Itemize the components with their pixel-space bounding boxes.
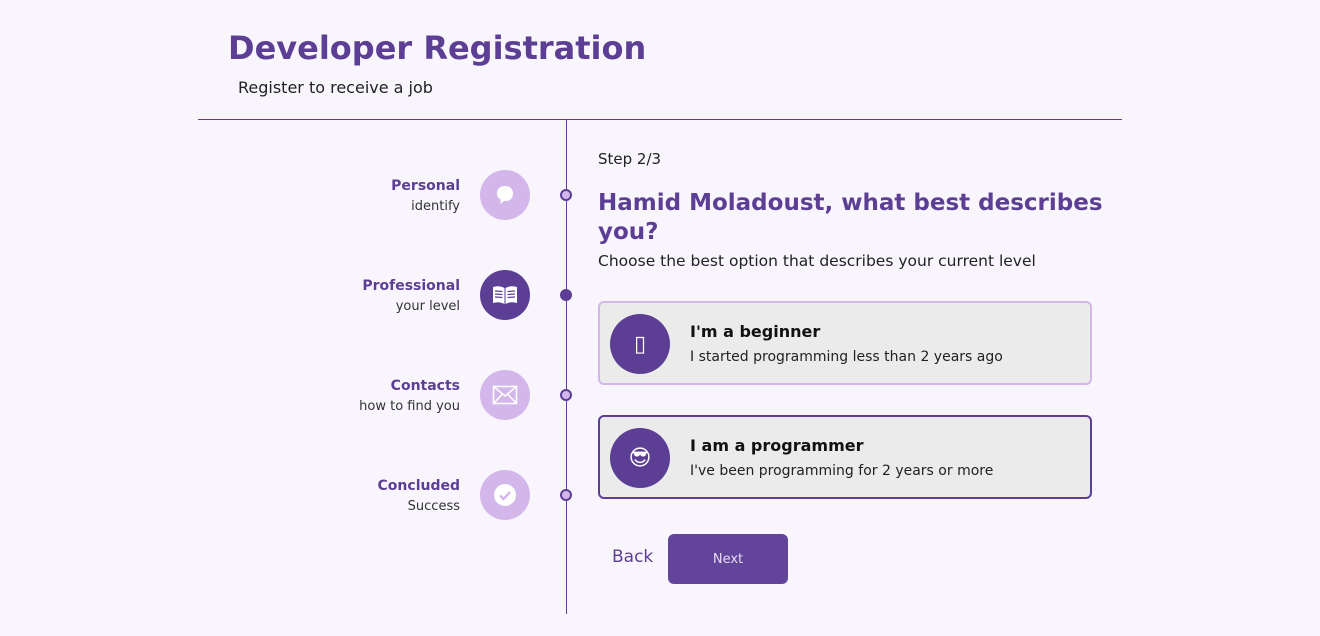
page-subtitle: Register to receive a job [238,78,433,97]
header-divider [198,119,1122,120]
chat-bubble-icon [480,170,530,220]
step-label: Contacts [390,378,460,394]
step-professional[interactable]: Professional your level [300,270,580,330]
step-contacts[interactable]: Contacts how to find you [300,370,580,430]
question-heading: Hamid Moladoust, what best describes you… [598,190,1103,245]
step-desc: your level [395,299,460,314]
timeline-dot [560,289,572,301]
step-concluded[interactable]: Concluded Success [300,470,580,530]
option-beginner[interactable]: ▯ I'm a beginner I started programming l… [598,301,1092,385]
step-label: Concluded [377,478,460,494]
envelope-icon [480,370,530,420]
beginner-icon: ▯ [610,314,670,374]
check-circle-icon [480,470,530,520]
step-desc: how to find you [359,399,460,414]
step-label: Personal [391,178,460,194]
registration-page: Developer Registration Register to recei… [0,0,1320,636]
timeline-dot [560,189,572,201]
step-desc: Success [407,499,460,514]
back-button[interactable]: Back [612,547,653,567]
option-desc: I started programming less than 2 years … [690,349,1003,365]
next-button[interactable]: Next [668,534,788,584]
book-icon [480,270,530,320]
option-title: I'm a beginner [690,322,821,341]
step-counter: Step 2/3 [598,150,662,168]
step-label: Professional [362,278,460,294]
question-hint: Choose the best option that describes yo… [598,252,1036,270]
option-desc: I've been programming for 2 years or mor… [690,463,994,479]
option-title: I am a programmer [690,436,864,455]
timeline-dot [560,389,572,401]
sunglasses-face-icon: 😎 [610,428,670,488]
step-desc: identify [411,199,460,214]
option-programmer[interactable]: 😎 I am a programmer I've been programmin… [598,415,1092,499]
timeline-dot [560,489,572,501]
page-title: Developer Registration [228,29,647,67]
step-personal[interactable]: Personal identify [300,170,580,230]
